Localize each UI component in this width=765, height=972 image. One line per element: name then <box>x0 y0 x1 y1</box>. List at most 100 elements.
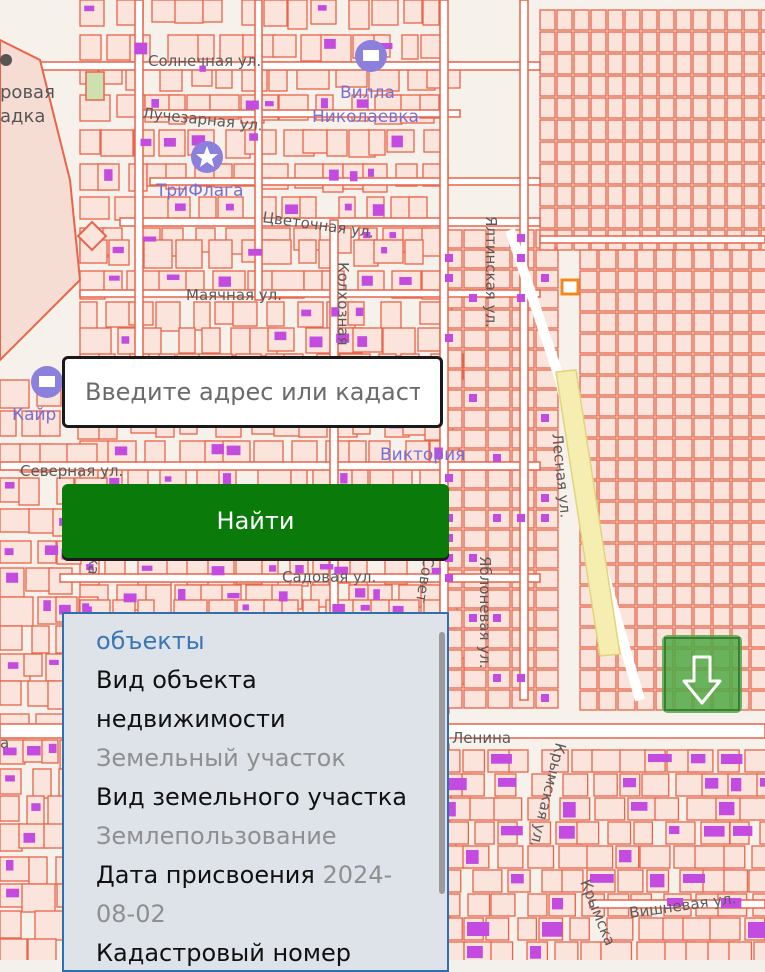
land-parcel <box>658 119 675 141</box>
building <box>104 169 113 181</box>
land-parcel <box>658 207 675 229</box>
land-parcel <box>693 501 712 522</box>
land-parcel <box>371 0 399 26</box>
building <box>324 38 336 49</box>
land-parcel <box>731 417 750 438</box>
land-parcel <box>693 459 712 480</box>
land-parcel <box>750 627 765 648</box>
object-info-panel[interactable]: объекты Вид объекта недвижимости Земельн… <box>62 612 449 972</box>
land-parcel <box>463 469 487 489</box>
building <box>6 860 14 871</box>
search-field[interactable] <box>62 356 443 428</box>
building <box>344 203 352 211</box>
building <box>112 246 124 254</box>
villa-poi-icon[interactable] <box>355 40 387 72</box>
kairos-poi-icon[interactable] <box>31 366 63 398</box>
land-parcel <box>590 97 607 119</box>
land-parcel <box>693 564 712 585</box>
land-parcel <box>692 119 709 141</box>
land-parcel <box>731 312 750 333</box>
land-parcel <box>556 185 573 207</box>
land-parcel <box>617 585 636 606</box>
land-parcel <box>617 312 636 333</box>
land-parcel <box>731 249 750 270</box>
building <box>226 445 241 456</box>
building <box>355 588 366 598</box>
land-parcel <box>636 941 670 960</box>
land-parcel <box>750 375 765 396</box>
road-segment <box>519 0 529 701</box>
land-parcel <box>693 606 712 627</box>
land-parcel <box>636 564 655 585</box>
land-parcel <box>527 845 555 869</box>
land-parcel <box>658 141 675 163</box>
land-parcel <box>586 845 614 869</box>
land-parcel <box>636 627 655 648</box>
land-parcel <box>624 141 641 163</box>
land-parcel <box>79 129 101 155</box>
land-parcel <box>382 327 416 357</box>
land-parcel <box>0 596 34 627</box>
land-parcel <box>79 196 110 220</box>
land-parcel <box>463 329 487 349</box>
info-row: 08-02 <box>96 900 166 928</box>
land-parcel <box>658 75 675 97</box>
land-parcel <box>556 31 573 53</box>
land-parcel <box>674 375 693 396</box>
land-parcel <box>539 9 556 31</box>
land-parcel <box>675 141 692 163</box>
land-parcel <box>556 141 573 163</box>
land-parcel <box>750 312 765 333</box>
land-parcel <box>617 480 636 501</box>
land-parcel <box>709 97 726 119</box>
scroll-down-button[interactable] <box>662 635 742 713</box>
land-parcel <box>617 690 636 711</box>
land-parcel <box>590 53 607 75</box>
land-parcel <box>743 75 760 97</box>
land-parcel <box>422 0 440 26</box>
building <box>5 481 15 489</box>
land-parcel <box>569 917 590 941</box>
land-parcel <box>463 689 487 709</box>
land-parcel <box>641 75 658 97</box>
land-parcel <box>743 31 760 53</box>
land-parcel <box>655 312 674 333</box>
search-input[interactable] <box>65 359 440 425</box>
building <box>493 454 501 462</box>
land-parcel <box>674 438 693 459</box>
land-parcel <box>693 291 712 312</box>
land-parcel <box>712 459 731 480</box>
land-parcel <box>598 438 617 459</box>
info-panel-scrollbar[interactable] <box>439 632 445 894</box>
land-parcel <box>624 31 641 53</box>
building <box>340 473 348 484</box>
triflaga-poi-icon[interactable] <box>191 141 223 173</box>
building <box>541 414 549 422</box>
building <box>265 101 274 107</box>
building <box>491 754 512 764</box>
land-parcel <box>617 417 636 438</box>
land-parcel <box>655 270 674 291</box>
area-label-park-2: адка <box>0 106 45 127</box>
land-parcel <box>709 185 726 207</box>
land-parcel <box>723 845 746 869</box>
land-parcel <box>636 501 655 522</box>
land-parcel <box>693 396 712 417</box>
land-parcel <box>655 438 674 459</box>
building <box>542 922 563 937</box>
land-parcel <box>658 9 675 31</box>
land-parcel <box>607 75 624 97</box>
land-parcel <box>750 585 765 606</box>
land-parcel <box>178 327 196 354</box>
land-parcel <box>743 207 760 229</box>
building <box>5 775 15 782</box>
info-row: Земельный участок <box>96 744 346 772</box>
find-button[interactable]: Найти <box>62 484 449 558</box>
land-parcel <box>743 163 760 185</box>
land-parcel <box>636 585 655 606</box>
building <box>619 850 632 863</box>
land-parcel <box>655 249 674 270</box>
info-row: Вид объекта <box>96 666 257 694</box>
land-parcel <box>607 119 624 141</box>
building <box>329 169 339 181</box>
